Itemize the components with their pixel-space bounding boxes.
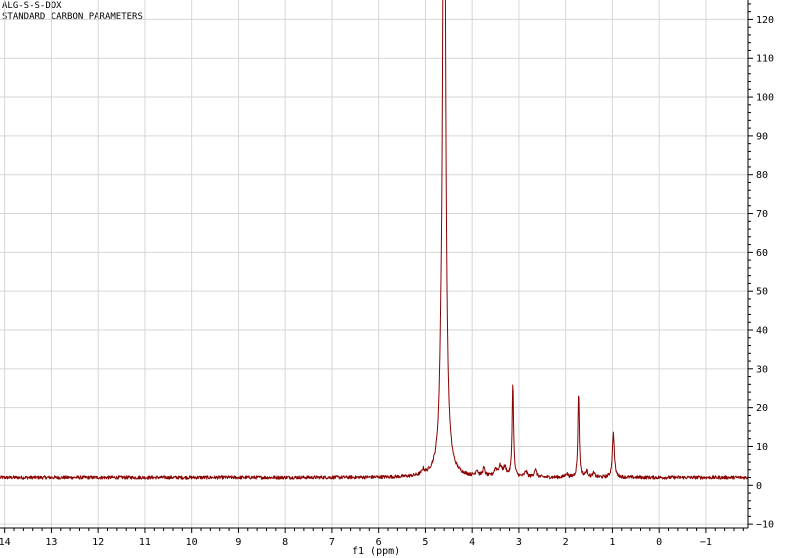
y-tick-label: 50 [756, 287, 768, 298]
x-tick-label: 7 [329, 537, 335, 548]
y-tick-label: −10 [756, 520, 774, 531]
y-tick-label: 80 [756, 170, 768, 181]
x-tick-label: −1 [700, 537, 712, 548]
x-tick-label: 0 [656, 537, 662, 548]
y-tick-label: 60 [756, 248, 768, 259]
x-tick-label: 12 [92, 537, 104, 548]
x-tick-label: 3 [516, 537, 522, 548]
y-tick-label: 30 [756, 364, 768, 375]
x-tick-label: 5 [422, 537, 428, 548]
y-tick-label: 100 [756, 93, 774, 104]
x-axis-label: f1 (ppm) [352, 546, 401, 557]
grid-lines [0, 0, 748, 528]
x-tick-label: 11 [139, 537, 151, 548]
x-tick-label: 9 [235, 537, 241, 548]
x-tick-label: 13 [45, 537, 57, 548]
x-tick-label: 1 [609, 537, 615, 548]
y-tick-label: 10 [756, 442, 768, 453]
y-tick-label: 120 [756, 15, 774, 26]
x-tick-label: 8 [282, 537, 288, 548]
y-tick-label: 110 [756, 54, 774, 65]
y-tick-label: 70 [756, 209, 768, 220]
y-tick-label: 20 [756, 403, 768, 414]
x-tick-label: 10 [186, 537, 198, 548]
y-tick-label: 90 [756, 131, 768, 142]
x-tick-label: 14 [0, 537, 11, 548]
nmr-spectrum-plot: 14 13 12 11 10 9 8 7 6 5 4 3 2 1 0 −1−10010203040506070… [0, 0, 774, 548]
x-tick-label: 4 [469, 537, 475, 548]
x-tick-label: 2 [563, 537, 569, 548]
axes: 14 13 12 11 10 9 8 7 6 5 4 3 2 1 0 −1−10010203040506070… [0, 0, 774, 548]
y-tick-label: 40 [756, 326, 768, 337]
y-tick-label: 0 [756, 481, 762, 492]
